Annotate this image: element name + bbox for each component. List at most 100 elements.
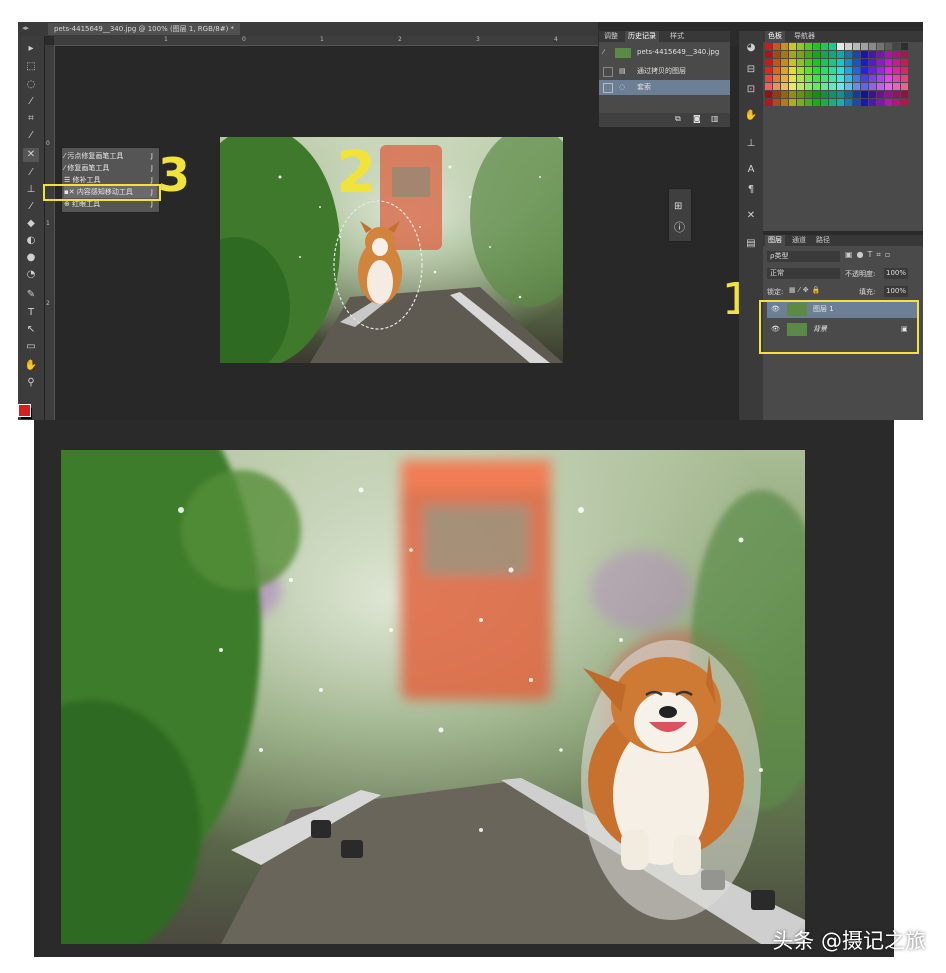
color-swatch[interactable]: [821, 59, 828, 66]
shape-tool-icon[interactable]: ▭: [23, 340, 39, 354]
history-step-row-active[interactable]: ◌ 套索: [599, 80, 730, 95]
tab-adjustments[interactable]: 调整: [601, 31, 621, 42]
color-swatch[interactable]: [765, 51, 772, 58]
color-swatch[interactable]: [901, 75, 908, 82]
color-swatch[interactable]: [797, 99, 804, 106]
stamp-tool-icon[interactable]: ⊥: [23, 183, 39, 197]
history-step-checkbox[interactable]: [603, 67, 613, 77]
color-swatch[interactable]: [885, 59, 892, 66]
color-swatch[interactable]: [885, 51, 892, 58]
blur-tool-icon[interactable]: ●: [23, 251, 39, 265]
dodge-tool-icon[interactable]: ◔: [23, 268, 39, 282]
gradient-tool-icon[interactable]: ◐: [23, 234, 39, 248]
color-swatch[interactable]: [893, 43, 900, 50]
color-swatch[interactable]: [813, 67, 820, 74]
lock-icons[interactable]: ▦⁄✥🔒: [789, 286, 823, 294]
brush-tool-icon[interactable]: ⁄: [23, 166, 39, 180]
tab-layers[interactable]: 图层: [765, 235, 785, 246]
marquee-tool-icon[interactable]: ⬚: [23, 60, 39, 74]
color-swatch[interactable]: [885, 43, 892, 50]
color-swatch[interactable]: [813, 83, 820, 90]
color-swatch[interactable]: [805, 75, 812, 82]
color-swatch[interactable]: [789, 51, 796, 58]
color-swatch[interactable]: [877, 75, 884, 82]
color-swatch[interactable]: [781, 59, 788, 66]
color-swatch[interactable]: [837, 67, 844, 74]
lasso-tool-icon[interactable]: ◌: [23, 78, 39, 92]
color-swatch[interactable]: [781, 51, 788, 58]
crop-tool-icon[interactable]: ⌗: [23, 112, 39, 126]
color-swatch[interactable]: [837, 59, 844, 66]
color-swatch[interactable]: [845, 51, 852, 58]
color-swatch[interactable]: [773, 51, 780, 58]
color-swatch[interactable]: [837, 43, 844, 50]
tab-history[interactable]: 历史记录: [625, 31, 659, 42]
eraser-tool-icon[interactable]: ◆: [23, 217, 39, 231]
camera-icon[interactable]: ◙: [693, 114, 701, 123]
trash-icon[interactable]: ▥: [711, 114, 719, 123]
history-step-checkbox[interactable]: [603, 83, 613, 93]
color-swatch[interactable]: [853, 91, 860, 98]
blend-mode-select[interactable]: 正常: [767, 268, 840, 279]
color-swatch[interactable]: [877, 43, 884, 50]
type-tool-icon[interactable]: T: [23, 306, 39, 320]
tab-navigator[interactable]: 导航器: [791, 31, 818, 42]
fill-input[interactable]: 100%: [884, 286, 908, 297]
color-swatch[interactable]: [829, 59, 836, 66]
color-swatch[interactable]: [877, 59, 884, 66]
color-swatch[interactable]: [885, 99, 892, 106]
align-icon[interactable]: ⊥: [743, 137, 759, 151]
panel-collapse-icon[interactable]: ◂▸: [22, 24, 29, 32]
color-swatch[interactable]: [765, 83, 772, 90]
color-swatch[interactable]: [893, 67, 900, 74]
color-swatch[interactable]: [901, 59, 908, 66]
color-swatch[interactable]: [885, 67, 892, 74]
hand-tool-icon[interactable]: ✋: [23, 359, 39, 373]
color-swatch[interactable]: [901, 91, 908, 98]
tab-styles[interactable]: 样式: [667, 31, 687, 42]
color-swatch[interactable]: [877, 83, 884, 90]
color-swatch[interactable]: [877, 51, 884, 58]
color-swatch[interactable]: [893, 91, 900, 98]
color-swatch[interactable]: [797, 51, 804, 58]
color-swatch[interactable]: [893, 75, 900, 82]
color-swatch[interactable]: [781, 99, 788, 106]
color-swatch[interactable]: [789, 99, 796, 106]
color-swatch[interactable]: [821, 75, 828, 82]
clone-source-icon[interactable]: ⊡: [743, 83, 759, 97]
color-swatch[interactable]: [805, 59, 812, 66]
color-swatch[interactable]: [845, 67, 852, 74]
color-swatch[interactable]: [813, 51, 820, 58]
color-swatch[interactable]: [829, 51, 836, 58]
color-swatch[interactable]: [813, 43, 820, 50]
color-swatch[interactable]: [813, 99, 820, 106]
info-circle-icon[interactable]: ⓘ: [674, 219, 685, 235]
tool-presets-icon[interactable]: ✕: [743, 209, 759, 223]
swatch-grid[interactable]: [765, 43, 911, 107]
color-swatch[interactable]: [789, 91, 796, 98]
color-swatch[interactable]: [901, 67, 908, 74]
color-swatch[interactable]: [837, 51, 844, 58]
color-swatch[interactable]: [877, 99, 884, 106]
healing-tool-icon[interactable]: ✕: [23, 148, 39, 162]
color-swatch[interactable]: [765, 59, 772, 66]
color-swatch[interactable]: [861, 43, 868, 50]
color-swatch[interactable]: [765, 99, 772, 106]
color-swatch[interactable]: [829, 83, 836, 90]
color-swatch[interactable]: [781, 75, 788, 82]
history-step-row[interactable]: ▤ 通过拷贝的图层: [599, 64, 730, 79]
color-swatch[interactable]: [805, 99, 812, 106]
color-swatch[interactable]: [869, 51, 876, 58]
color-panel-icon[interactable]: ◕: [743, 41, 759, 55]
document-canvas-image[interactable]: [220, 137, 563, 363]
color-swatch[interactable]: [821, 91, 828, 98]
color-swatch[interactable]: [869, 91, 876, 98]
color-swatch[interactable]: [789, 67, 796, 74]
color-swatch[interactable]: [869, 67, 876, 74]
tab-swatches[interactable]: 色板: [765, 31, 785, 42]
color-swatch[interactable]: [821, 43, 828, 50]
color-swatch[interactable]: [789, 83, 796, 90]
color-swatch[interactable]: [781, 91, 788, 98]
color-swatch[interactable]: [853, 59, 860, 66]
color-swatch[interactable]: [813, 59, 820, 66]
